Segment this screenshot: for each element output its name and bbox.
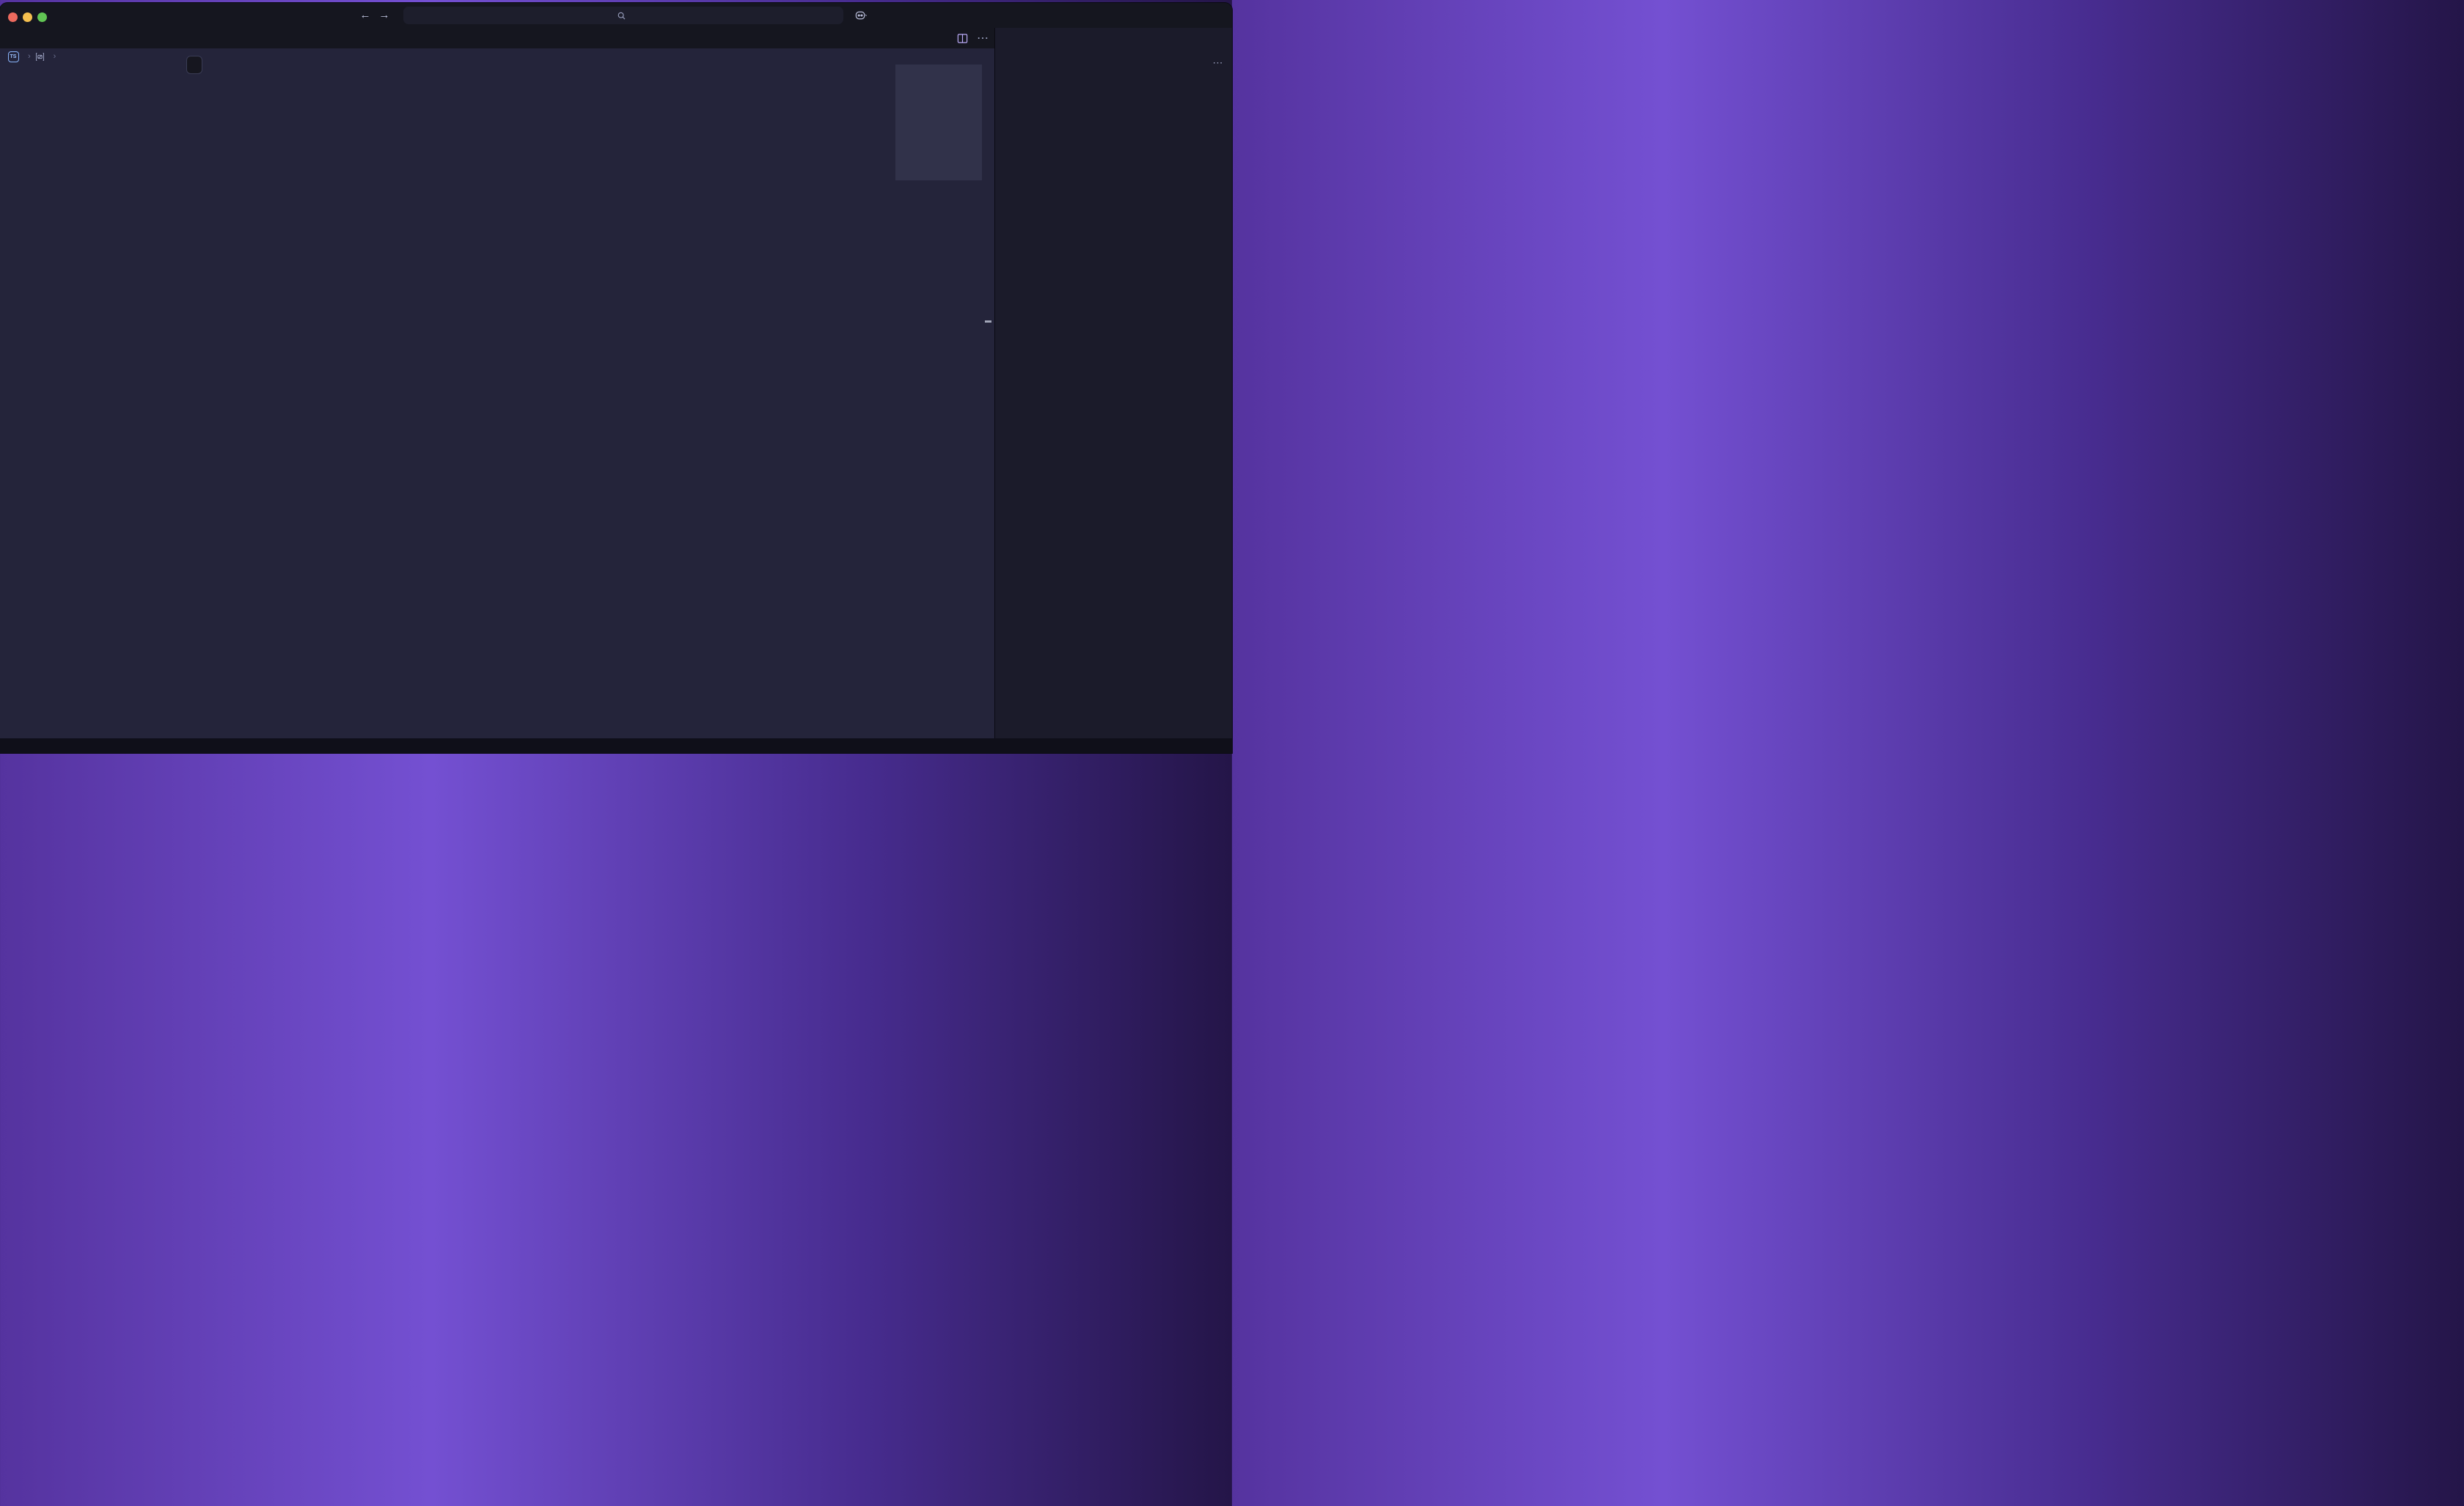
editor-actions-more-icon[interactable]: ⋯ bbox=[977, 31, 989, 45]
close-window-button[interactable] bbox=[8, 12, 18, 22]
copilot-menu-icon[interactable] bbox=[855, 10, 868, 21]
vscode-window: ← → ⋯ TS › › bbox=[0, 3, 1232, 753]
breadcrumb[interactable]: TS › › bbox=[0, 48, 994, 65]
back-button[interactable]: ← bbox=[358, 9, 373, 21]
ts-file-icon: TS bbox=[7, 51, 19, 62]
minimap[interactable] bbox=[895, 65, 982, 738]
explorer-more-icon[interactable]: ⋯ bbox=[1213, 56, 1224, 69]
minimap-viewport[interactable] bbox=[895, 65, 982, 180]
path-tooltip bbox=[186, 56, 202, 74]
file-tree bbox=[995, 75, 1232, 738]
chevron-right-icon: › bbox=[28, 52, 31, 61]
explorer-sidebar: ⋯ bbox=[994, 28, 1232, 738]
chevron-right-icon: › bbox=[54, 52, 56, 61]
zoom-window-button[interactable] bbox=[37, 12, 47, 22]
split-editor-icon[interactable] bbox=[957, 33, 968, 44]
minimize-window-button[interactable] bbox=[23, 12, 32, 22]
tab-bar bbox=[0, 28, 994, 48]
overview-ruler bbox=[982, 65, 994, 738]
forward-button[interactable]: → bbox=[377, 9, 392, 21]
status-bar bbox=[0, 738, 1232, 753]
activity-bar bbox=[995, 28, 1232, 48]
command-center-search[interactable] bbox=[403, 7, 843, 24]
code-editor[interactable] bbox=[0, 65, 994, 738]
search-icon bbox=[617, 11, 626, 21]
title-bar: ← → bbox=[0, 3, 1232, 28]
symbol-object-icon bbox=[35, 52, 45, 62]
editor-group: ⋯ TS › › bbox=[0, 28, 994, 738]
